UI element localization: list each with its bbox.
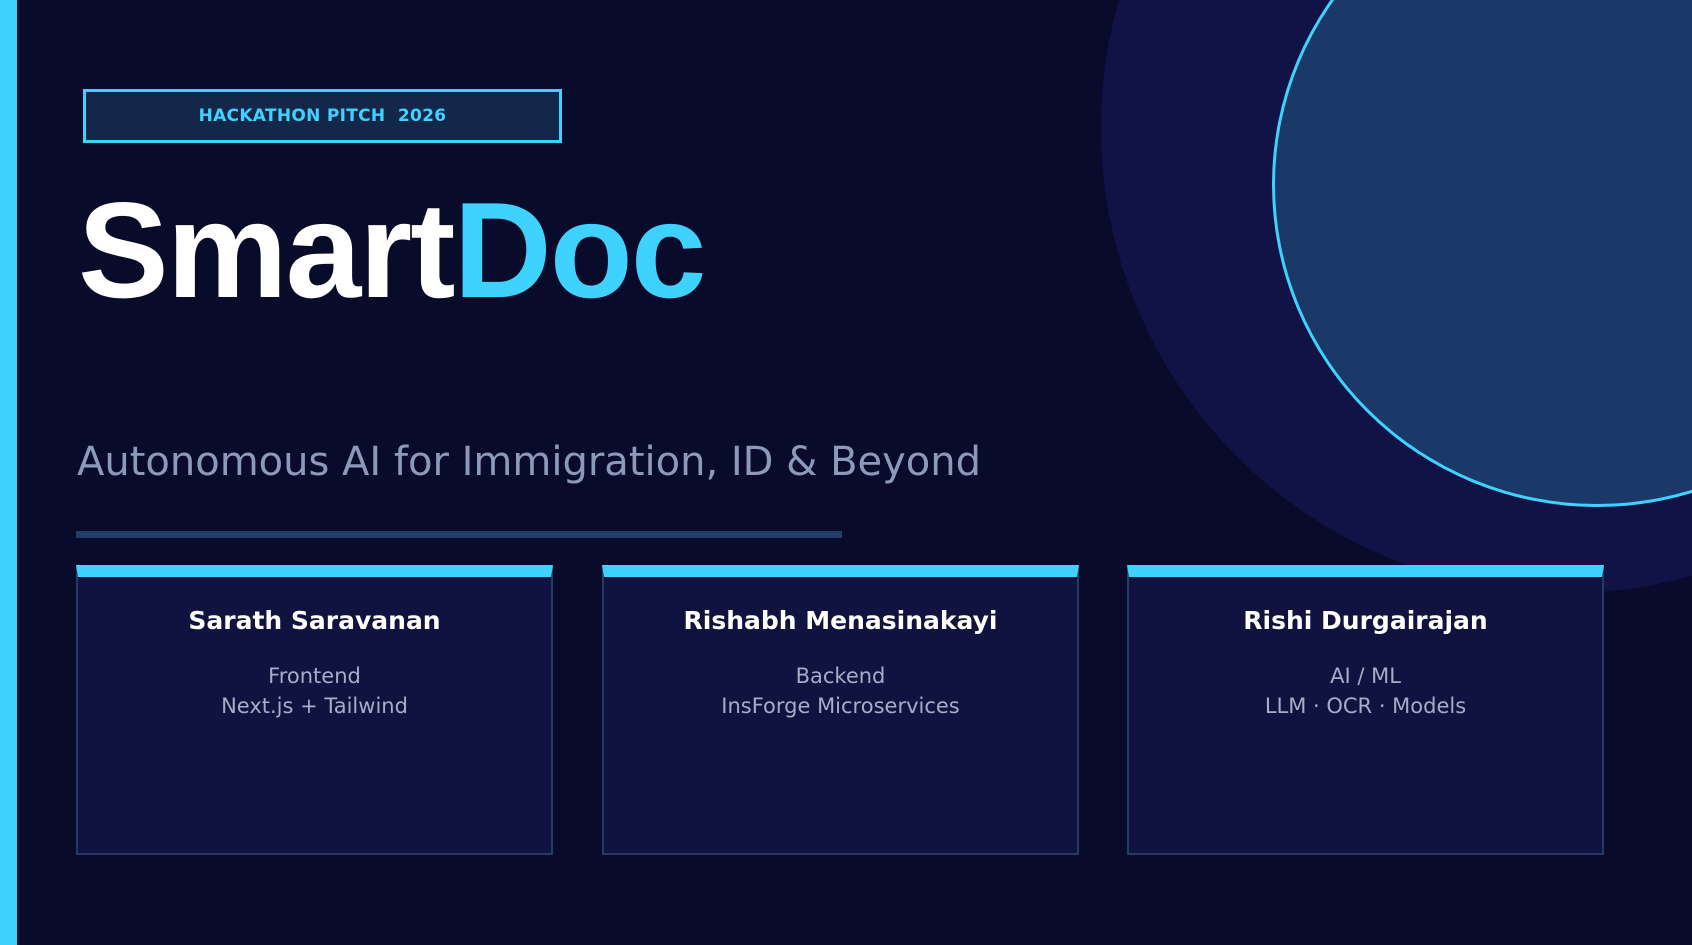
pitch-badge-text: HACKATHON PITCH 2026 — [198, 106, 447, 126]
slide: HACKATHON PITCH 2026 SmartDoc Autonomous… — [0, 0, 1692, 945]
product-title: SmartDoc — [78, 174, 707, 326]
team-member-name: Rishabh Menasinakayi — [683, 606, 998, 635]
team-member-stack: Next.js + Tailwind — [221, 694, 408, 718]
pitch-badge: HACKATHON PITCH 2026 — [83, 89, 562, 143]
left-accent-bar — [0, 0, 17, 945]
team-member-card-3: Rishi Durgairajan AI / ML LLM · OCR · Mo… — [1127, 565, 1604, 855]
team-member-card-2: Rishabh Menasinakayi Backend InsForge Mi… — [602, 565, 1079, 855]
product-title-part1: Smart — [78, 174, 455, 326]
team-member-name: Rishi Durgairajan — [1243, 606, 1488, 635]
team-member-role: Frontend — [268, 664, 361, 688]
team-member-card-1: Sarath Saravanan Frontend Next.js + Tail… — [76, 565, 553, 855]
team-member-stack: LLM · OCR · Models — [1264, 694, 1467, 718]
tagline: Autonomous AI for Immigration, ID & Beyo… — [77, 439, 982, 485]
divider-line — [76, 531, 842, 538]
team-member-name: Sarath Saravanan — [188, 606, 441, 635]
team-member-stack: InsForge Microservices — [721, 694, 960, 718]
product-title-part2: Doc — [453, 174, 707, 326]
team-member-role: AI / ML — [1330, 664, 1401, 688]
team-member-role: Backend — [795, 664, 886, 688]
